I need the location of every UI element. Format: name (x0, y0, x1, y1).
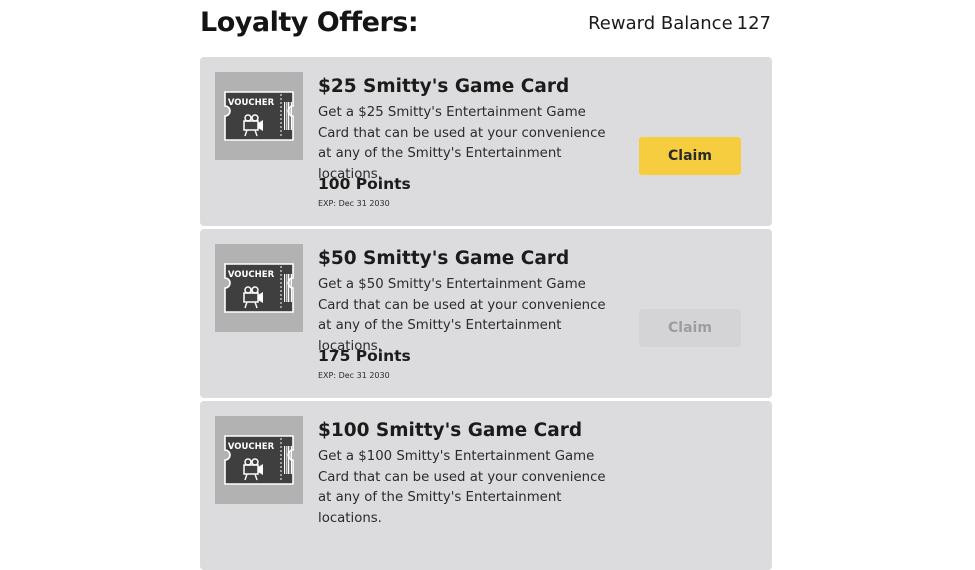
reward-balance-label: Reward Balance (588, 13, 733, 34)
offer-card: VOUCHER $50 Smitty's Game Card Get a $50… (200, 229, 772, 398)
voucher-icon: VOUCHER (224, 435, 294, 485)
loyalty-offers-page: Loyalty Offers: Reward Balance 127 VOUCHE… (200, 0, 772, 570)
offer-title: $25 Smitty's Game Card (318, 76, 570, 97)
offer-thumbnail: VOUCHER (215, 72, 303, 160)
offer-description: Get a $100 Smitty's Entertainment Game C… (318, 449, 606, 527)
offer-description: Get a $50 Smitty's Entertainment Game Ca… (318, 277, 606, 355)
voucher-icon: VOUCHER (224, 263, 294, 313)
offer-title: $50 Smitty's Game Card (318, 248, 570, 269)
svg-text:VOUCHER: VOUCHER (228, 270, 275, 280)
claim-button[interactable]: Claim (639, 309, 741, 347)
reward-balance: Reward Balance 127 (588, 13, 771, 34)
offer-description: Get a $25 Smitty's Entertainment Game Ca… (318, 105, 606, 183)
svg-text:VOUCHER: VOUCHER (228, 98, 275, 108)
claim-button[interactable]: Claim (639, 137, 741, 175)
voucher-icon: VOUCHER (224, 91, 294, 141)
offer-card: VOUCHER $100 Smitty's Game Card Get a $1… (200, 401, 772, 570)
offer-title: $100 Smitty's Game Card (318, 420, 583, 441)
offer-expiry: EXP: Dec 31 2030 (318, 371, 390, 380)
offer-expiry: EXP: Dec 31 2030 (318, 199, 390, 208)
offer-card: VOUCHER $25 Smitty's Game Card Get a $25… (200, 57, 772, 226)
page-title: Loyalty Offers: (200, 7, 419, 38)
page-header: Loyalty Offers: Reward Balance 127 (200, 0, 772, 50)
offer-thumbnail: VOUCHER (215, 244, 303, 332)
offer-thumbnail: VOUCHER (215, 416, 303, 504)
offer-points: 175 Points (318, 347, 411, 365)
svg-text:VOUCHER: VOUCHER (228, 442, 275, 452)
reward-balance-value: 127 (736, 13, 771, 34)
offer-points: 100 Points (318, 175, 411, 193)
